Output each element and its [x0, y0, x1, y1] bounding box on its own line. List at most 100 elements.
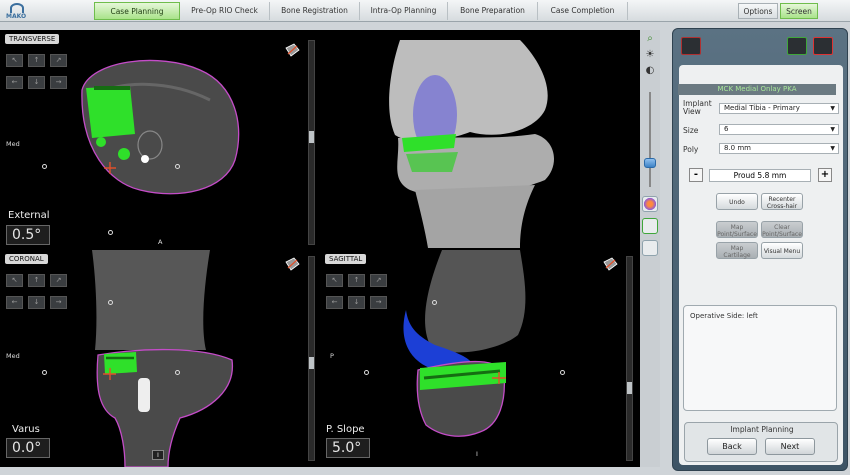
- nudge-rotate-right-button[interactable]: ↗: [50, 54, 67, 67]
- nudge-rotate-left-button[interactable]: ↖: [6, 54, 23, 67]
- crosshair-marker: [175, 164, 180, 169]
- tibia-implant-icon[interactable]: [681, 37, 701, 55]
- nudge-left-button[interactable]: ←: [6, 76, 23, 89]
- recenter-crosshair-button[interactable]: Recenter Cross-hair: [761, 193, 803, 210]
- tab-case-completion[interactable]: Case Completion: [538, 2, 628, 20]
- implant-component-icon[interactable]: [735, 37, 755, 55]
- green-probe-icon[interactable]: [787, 37, 807, 55]
- sagittal-scrollbar[interactable]: [626, 256, 633, 461]
- contrast-icon[interactable]: ◐: [643, 64, 657, 78]
- blue-probe-icon[interactable]: [813, 37, 833, 55]
- crosshair-marker: [108, 230, 113, 235]
- map-cartilage-button[interactable]: Map Cartilage: [716, 242, 758, 259]
- operative-side-text: Operative Side: left: [690, 312, 758, 320]
- coronal-image: [92, 250, 233, 467]
- tab-intra-op-planning[interactable]: Intra-Op Planning: [360, 2, 448, 20]
- coronal-label: CORONAL: [5, 254, 48, 264]
- transverse-scrollbar[interactable]: [308, 40, 315, 245]
- nudge-rotate-left-button[interactable]: ↖: [6, 274, 23, 287]
- transverse-label: TRANSVERSE: [5, 34, 60, 44]
- nudge-right-button[interactable]: →: [370, 296, 387, 309]
- chevron-down-icon: ▼: [830, 145, 835, 152]
- nudge-right-button[interactable]: →: [50, 296, 67, 309]
- zoom-slider-track[interactable]: [649, 92, 651, 187]
- tab-pre-op-rio-check[interactable]: Pre-Op RIO Check: [180, 2, 270, 20]
- nudge-rotate-left-button[interactable]: ↖: [326, 274, 343, 287]
- poly-label: Poly: [683, 145, 699, 154]
- coronal-med-label: Med: [6, 352, 20, 360]
- increase-button[interactable]: +: [818, 168, 832, 182]
- implant-view-select[interactable]: Medial Tibia - Primary ▼: [719, 103, 839, 114]
- size-label: Size: [683, 126, 699, 135]
- next-button[interactable]: Next: [765, 438, 815, 455]
- options-button[interactable]: Options: [738, 3, 778, 19]
- chevron-down-icon: ▼: [830, 105, 835, 112]
- implant-view-label: Implant View: [683, 99, 712, 116]
- chevron-down-icon: ▼: [830, 126, 835, 133]
- color-map-button[interactable]: [642, 196, 658, 212]
- mako-logo: MAKO: [6, 3, 30, 20]
- coronal-view[interactable]: CORONAL ↖ ↑ ↗ ← ↓ → Med I Varus 0.0°: [0, 250, 318, 467]
- orientation-cube-icon[interactable]: [602, 256, 618, 272]
- transverse-bottom-label: A: [158, 238, 163, 246]
- visual-menu-button[interactable]: Visual Menu: [761, 242, 803, 259]
- tab-bone-preparation[interactable]: Bone Preparation: [448, 2, 538, 20]
- screen-button[interactable]: Screen: [780, 3, 818, 19]
- orientation-cube-icon[interactable]: [284, 256, 300, 272]
- sagittal-side-label: P: [330, 352, 334, 360]
- transverse-view[interactable]: TRANSVERSE ↖ ↑ ↗ ← ↓ → Med A External 0.…: [0, 30, 318, 248]
- nudge-down-button[interactable]: ↓: [348, 296, 365, 309]
- coronal-angle-value: 0.0°: [6, 438, 50, 458]
- crosshair-marker: [364, 370, 369, 375]
- size-select[interactable]: 6 ▼: [719, 124, 839, 135]
- crosshair-marker: [108, 300, 113, 305]
- nudge-right-button[interactable]: →: [50, 76, 67, 89]
- nudge-left-button[interactable]: ←: [6, 296, 23, 309]
- view-tools-column: ⌕ ☀ ◐: [640, 30, 660, 467]
- proud-value: Proud 5.8 mm: [709, 169, 811, 182]
- overlay-toggle-button[interactable]: [642, 240, 658, 256]
- coronal-bottom-label: I: [152, 450, 164, 460]
- zoom-icon[interactable]: ⌕: [643, 32, 657, 46]
- 3d-knee-model: [389, 40, 555, 248]
- nudge-down-button[interactable]: ↓: [28, 76, 45, 89]
- transverse-med-label: Med: [6, 140, 20, 148]
- nudge-up-button[interactable]: ↑: [28, 54, 45, 67]
- crosshair-marker: [42, 164, 47, 169]
- back-button[interactable]: Back: [707, 438, 757, 455]
- viewport-grid: TRANSVERSE ↖ ↑ ↗ ← ↓ → Med A External 0.…: [0, 30, 640, 467]
- orientation-cube-icon[interactable]: [284, 42, 300, 58]
- brightness-icon[interactable]: ☀: [643, 48, 657, 62]
- nudge-down-button[interactable]: ↓: [28, 296, 45, 309]
- zoom-slider-thumb[interactable]: [644, 158, 656, 168]
- bone-model-button[interactable]: [642, 218, 658, 234]
- nudge-up-button[interactable]: ↑: [348, 274, 365, 287]
- poly-select[interactable]: 8.0 mm ▼: [719, 143, 839, 154]
- 3d-model-view[interactable]: [320, 30, 640, 248]
- nudge-rotate-right-button[interactable]: ↗: [370, 274, 387, 287]
- workflow-navigation: Implant Planning Back Next: [684, 422, 838, 462]
- sagittal-angle-label: P. Slope: [326, 424, 365, 435]
- crosshair-marker: [432, 300, 437, 305]
- sagittal-bottom-label: I: [476, 450, 478, 458]
- coronal-scrollbar[interactable]: [308, 256, 315, 461]
- sagittal-image: [403, 250, 526, 437]
- operative-side-info: Operative Side: left: [683, 305, 837, 411]
- tab-bone-registration[interactable]: Bone Registration: [270, 2, 360, 20]
- nudge-left-button[interactable]: ←: [326, 296, 343, 309]
- nudge-rotate-right-button[interactable]: ↗: [50, 274, 67, 287]
- nudge-up-button[interactable]: ↑: [28, 274, 45, 287]
- nav-title: Implant Planning: [730, 425, 794, 434]
- transverse-angle-value: 0.5°: [6, 225, 50, 245]
- crosshair-marker: [175, 370, 180, 375]
- clear-point-surface-button[interactable]: Clear Point/Surface: [761, 221, 803, 238]
- top-navigation-bar: MAKO Case Planning Pre-Op RIO Check Bone…: [0, 0, 850, 22]
- sagittal-view[interactable]: SAGITTAL ↖ ↑ ↗ ← ↓ → P I P. Slope 5.0°: [320, 250, 640, 467]
- decrease-button[interactable]: -: [689, 168, 703, 182]
- crosshair-marker: [560, 370, 565, 375]
- tab-case-planning[interactable]: Case Planning: [94, 2, 180, 20]
- undo-button[interactable]: Undo: [716, 193, 758, 210]
- map-point-surface-button[interactable]: Map Point/Surface: [716, 221, 758, 238]
- sagittal-label: SAGITTAL: [325, 254, 367, 264]
- crosshair-marker: [42, 370, 47, 375]
